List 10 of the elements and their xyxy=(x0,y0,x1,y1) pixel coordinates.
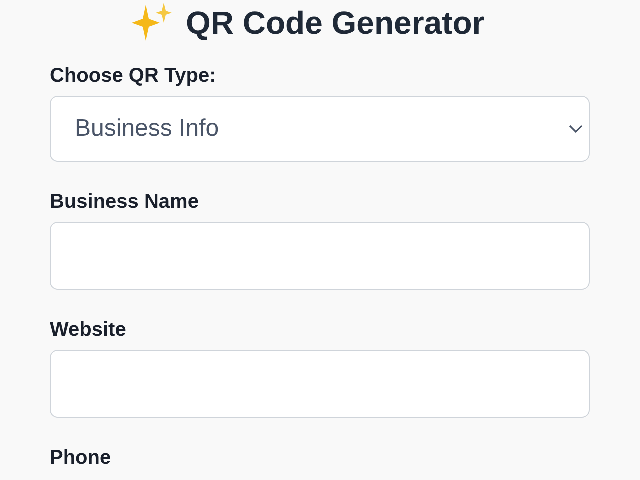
sparkle-icon xyxy=(132,3,172,43)
field-label: Business Name xyxy=(50,190,200,214)
field-label: Phone xyxy=(50,446,112,470)
input-field[interactable] xyxy=(50,222,590,290)
input-field[interactable] xyxy=(50,350,590,418)
field-label: Choose QR Type: xyxy=(50,64,218,88)
page-title: QR Code Generator xyxy=(186,5,485,41)
chevron-icon xyxy=(569,125,583,133)
qr-type-dropdown[interactable]: Business Info xyxy=(50,96,590,162)
field-label: Website xyxy=(50,318,128,342)
